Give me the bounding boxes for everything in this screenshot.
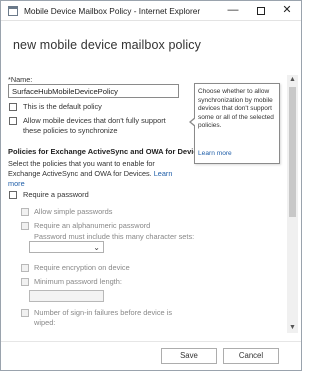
require-password-checkbox[interactable] (9, 191, 17, 199)
browser-window: Mobile Device Mailbox Policy - Internet … (0, 0, 302, 371)
min-length-label: Minimum password length: (34, 277, 122, 286)
tooltip-text: Choose whether to allow synchronization … (198, 88, 274, 130)
allow-noncompliant-label: Allow mobile devices that don't fully su… (23, 116, 166, 135)
app-icon (8, 6, 18, 16)
scroll-down-icon[interactable]: ▼ (287, 323, 298, 333)
title-bar: Mobile Device Mailbox Policy - Internet … (1, 1, 301, 21)
allow-simple-passwords-checkbox[interactable] (21, 208, 29, 216)
min-length-checkbox[interactable] (21, 278, 29, 286)
require-password-label: Require a password (23, 190, 89, 199)
window-title: Mobile Device Mailbox Policy - Internet … (24, 6, 201, 16)
minimize-button[interactable]: — (222, 3, 244, 19)
tooltip-learn-more-link[interactable]: Learn more (198, 150, 232, 157)
page-title: new mobile device mailbox policy (13, 38, 202, 52)
default-policy-checkbox[interactable] (9, 103, 17, 111)
help-tooltip: Choose whether to allow synchronization … (194, 83, 280, 164)
section-description: Select the policies that you want to ena… (8, 159, 188, 189)
min-length-input[interactable] (29, 290, 104, 302)
allow-noncompliant-checkbox[interactable] (9, 117, 17, 125)
scroll-up-icon[interactable]: ▲ (287, 75, 298, 85)
footer-divider (1, 341, 301, 342)
name-label: *Name: (8, 75, 33, 84)
signin-failures-checkbox[interactable] (21, 309, 29, 317)
save-button[interactable]: Save (161, 348, 217, 364)
tooltip-arrow-inner (191, 118, 196, 126)
name-input[interactable] (8, 84, 179, 98)
section-title: Policies for Exchange ActiveSync and OWA… (8, 147, 206, 156)
default-policy-label: This is the default policy (23, 102, 102, 111)
signin-failures-label: Number of sign-in failures before device… (34, 308, 173, 327)
chevron-down-icon: ⌄ (93, 243, 100, 252)
cancel-button[interactable]: Cancel (223, 348, 279, 364)
character-sets-select[interactable]: ⌄ (29, 241, 104, 253)
maximize-icon (257, 7, 265, 15)
require-encryption-label: Require encryption on device (34, 263, 130, 272)
require-alphanumeric-checkbox[interactable] (21, 222, 29, 230)
scrollbar-thumb[interactable] (289, 87, 296, 217)
allow-simple-passwords-label: Allow simple passwords (34, 207, 113, 216)
maximize-button[interactable] (250, 3, 272, 19)
require-alphanumeric-label: Require an alphanumeric password (34, 221, 151, 230)
require-encryption-checkbox[interactable] (21, 264, 29, 272)
section-desc-text: Select the policies that you want to ena… (8, 159, 155, 178)
close-button[interactable]: ✕ (276, 3, 298, 19)
